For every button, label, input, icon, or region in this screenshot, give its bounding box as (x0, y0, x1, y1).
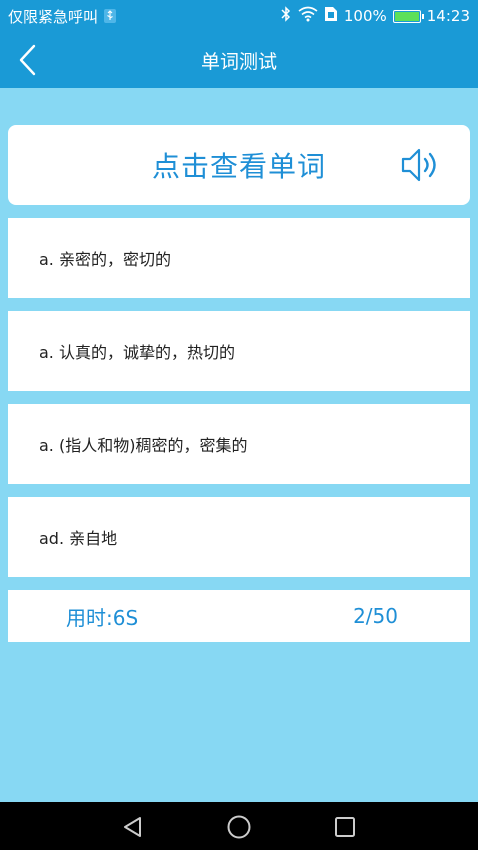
elapsed-time: 用时:6S (66, 605, 139, 630)
sim-icon (324, 6, 338, 26)
status-left: 仅限紧急呼叫 (8, 6, 117, 27)
status-bar: 仅限紧急呼叫 100% 14:23 (0, 0, 478, 32)
answer-option[interactable]: ad. 亲自地 (8, 497, 470, 577)
answer-option[interactable]: a. (指人和物)稠密的，密集的 (8, 404, 470, 484)
circle-home-icon (227, 815, 251, 839)
play-audio-button[interactable] (398, 144, 442, 186)
app-bar: 单词测试 (0, 32, 478, 88)
nav-home-button[interactable] (224, 812, 254, 842)
battery-percent: 100% (343, 7, 387, 25)
bluetooth-icon (280, 6, 292, 26)
nav-recents-button[interactable] (330, 812, 360, 842)
wifi-icon (298, 6, 318, 26)
usb-icon (104, 9, 117, 23)
nav-back-button[interactable] (118, 812, 148, 842)
answer-option-text: a. (指人和物)稠密的，密集的 (39, 436, 248, 455)
speaker-icon (401, 148, 436, 182)
clock-text: 14:23 (426, 7, 470, 25)
answer-option[interactable]: a. 亲密的，密切的 (8, 218, 470, 298)
status-right: 100% 14:23 (280, 6, 470, 26)
carrier-text: 仅限紧急呼叫 (8, 7, 99, 26)
triangle-back-icon (124, 817, 141, 837)
answer-option-text: a. 认真的，诚挚的，热切的 (39, 343, 235, 362)
question-progress: 2/50 (353, 604, 398, 628)
answer-option-text: ad. 亲自地 (39, 529, 118, 548)
reveal-word-prompt: 点击查看单词 (151, 150, 326, 183)
back-button[interactable] (10, 42, 46, 78)
chevron-left-icon (19, 44, 36, 76)
battery-icon (392, 9, 424, 23)
quiz-status-bar: 用时:6S 2/50 (8, 590, 470, 642)
answer-option-text: a. 亲密的，密切的 (39, 250, 171, 269)
square-recents-icon (335, 817, 355, 837)
answer-option[interactable]: a. 认真的，诚挚的，热切的 (8, 311, 470, 391)
page-title: 单词测试 (200, 50, 277, 73)
reveal-word-card[interactable]: 点击查看单词 (8, 125, 470, 205)
system-nav-bar (0, 802, 478, 850)
